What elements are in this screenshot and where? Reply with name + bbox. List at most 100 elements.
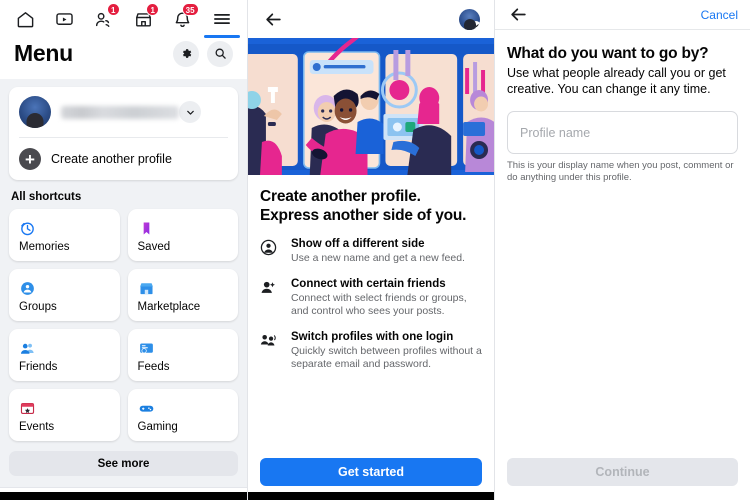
multiple-people-icon xyxy=(260,331,282,371)
create-profile-label: Create another profile xyxy=(51,152,172,166)
continue-button[interactable]: Continue xyxy=(507,458,738,486)
feature-title: Show off a different side xyxy=(291,238,425,250)
feature-desc: Quickly switch between profiles without … xyxy=(291,345,482,370)
system-navigation-bar xyxy=(0,492,247,500)
intro-title-line1: Create another profile. xyxy=(260,188,421,205)
shortcut-memories[interactable]: Memories xyxy=(9,209,120,261)
profile-name-input[interactable] xyxy=(507,111,738,154)
intro-body: Create another profile. Express another … xyxy=(248,175,494,371)
create-profile-intro-panel: Create another profile. Express another … xyxy=(248,0,495,500)
nav-marketplace-icon-button[interactable]: 1 xyxy=(128,3,160,34)
intro-top-bar xyxy=(248,0,494,38)
feature-desc: Connect with select friends or groups, a… xyxy=(291,292,467,317)
plus-icon xyxy=(19,148,41,170)
avatar xyxy=(19,96,51,128)
groups-icon xyxy=(19,278,110,298)
shortcut-label: Feeds xyxy=(137,361,170,373)
memories-clock-icon xyxy=(19,218,110,238)
feature-text: Switch profiles with one login Quickly s… xyxy=(291,331,482,371)
nav-friends-icon-button[interactable]: 1 xyxy=(89,3,120,34)
shortcut-friends[interactable]: Friends xyxy=(9,329,120,381)
feature-title: Switch profiles with one login xyxy=(291,331,454,343)
home-icon xyxy=(17,11,33,27)
back-arrow-icon xyxy=(265,12,281,26)
see-more-button[interactable]: See more xyxy=(9,451,238,476)
page-title: Menu xyxy=(14,40,73,66)
marketplace-store-icon xyxy=(138,278,229,298)
avatar-chevron-badge xyxy=(471,20,480,30)
marketplace-badge: 1 xyxy=(146,3,160,16)
bookmark-glyph xyxy=(143,221,149,235)
hero-illustration xyxy=(248,38,494,175)
settings-button[interactable] xyxy=(173,40,199,67)
menu-panel: 1 1 35 Menu + Create another profile All… xyxy=(0,0,248,500)
name-page-subtitle: Use what people already call you or get … xyxy=(507,66,726,96)
profile-name-masked xyxy=(61,105,179,119)
profile-name-helper-text: This is your display name when you post,… xyxy=(507,160,734,183)
profile-expand-button[interactable] xyxy=(179,101,201,123)
gaming-controller-icon xyxy=(138,398,229,418)
single-person-icon xyxy=(260,238,282,265)
shortcut-events[interactable]: Events xyxy=(9,389,120,441)
nav-video-icon-button[interactable] xyxy=(49,4,79,34)
nav-notifications-icon-button[interactable]: 35 xyxy=(168,3,199,34)
menu-scroll-area[interactable]: Create another profile All shortcuts Mem… xyxy=(0,79,247,500)
feature-item: Connect with certain friends Connect wit… xyxy=(260,278,482,318)
name-page-title: What do you want to go by? xyxy=(507,45,709,62)
hamburger-icon xyxy=(213,13,230,25)
shortcut-label: Marketplace xyxy=(137,301,201,313)
intro-title-line2: Express another side of you. xyxy=(260,207,467,224)
feature-title: Connect with certain friends xyxy=(291,278,446,290)
header-actions xyxy=(173,40,233,67)
friends-badge: 1 xyxy=(106,3,120,16)
feature-text: Show off a different side Use a new name… xyxy=(291,238,465,265)
chevron-down-icon xyxy=(186,110,194,115)
shortcut-label: Events xyxy=(19,421,55,433)
gear-icon xyxy=(182,49,191,58)
nav-menu-icon-button[interactable] xyxy=(203,4,240,38)
cancel-button[interactable]: Cancel xyxy=(701,8,738,22)
shortcuts-heading: All shortcuts xyxy=(11,191,82,203)
feature-item: Switch profiles with one login Quickly s… xyxy=(260,331,482,371)
profile-name-panel: Cancel What do you want to go by? Use wh… xyxy=(495,0,750,500)
back-button[interactable] xyxy=(507,4,529,26)
feature-item: Show off a different side Use a new name… xyxy=(260,238,482,265)
chevron-down-icon xyxy=(473,24,479,28)
saved-bookmark-icon xyxy=(138,218,229,238)
menu-header: Menu xyxy=(0,38,247,79)
feature-desc: Use a new name and get a new feed. xyxy=(291,252,465,264)
shortcut-feeds[interactable]: Feeds xyxy=(127,329,238,381)
shortcut-marketplace[interactable]: Marketplace xyxy=(127,269,238,321)
search-button[interactable] xyxy=(207,40,233,67)
shortcut-saved[interactable]: Saved xyxy=(127,209,238,261)
search-icon xyxy=(215,48,226,59)
shortcut-label: Saved xyxy=(137,241,171,253)
create-another-profile-row[interactable]: Create another profile xyxy=(9,138,238,180)
shortcut-groups[interactable]: Groups xyxy=(9,269,120,321)
person-add-icon xyxy=(260,278,282,318)
shortcut-label: Friends xyxy=(19,361,58,373)
current-profile-row[interactable] xyxy=(9,87,238,137)
intro-title: Create another profile. Express another … xyxy=(260,187,482,225)
nav-home-icon-button[interactable] xyxy=(10,4,40,34)
video-icon xyxy=(56,12,73,25)
back-button[interactable] xyxy=(262,8,284,30)
notifications-badge: 35 xyxy=(181,3,199,16)
system-navigation-bar xyxy=(248,492,494,500)
feature-text: Connect with certain friends Connect wit… xyxy=(291,278,482,318)
profile-avatar-button[interactable] xyxy=(459,8,480,30)
friends-people-icon xyxy=(19,338,110,358)
events-calendar-icon xyxy=(19,398,110,418)
shortcut-label: Groups xyxy=(19,301,57,313)
name-body: What do you want to go by? Use what peop… xyxy=(495,30,750,184)
top-navigation-bar: 1 1 35 xyxy=(0,0,247,38)
shortcuts-grid: Memories Saved Groups Marketplace Friend… xyxy=(9,209,238,441)
shortcut-gaming[interactable]: Gaming xyxy=(127,389,238,441)
shortcut-label: Memories xyxy=(19,241,70,253)
get-started-button[interactable]: Get started xyxy=(260,458,482,486)
name-top-bar: Cancel xyxy=(495,0,750,30)
profile-card: Create another profile xyxy=(9,87,238,180)
feeds-icon xyxy=(138,338,229,358)
back-arrow-icon xyxy=(510,8,526,21)
shortcut-label: Gaming xyxy=(137,421,178,433)
